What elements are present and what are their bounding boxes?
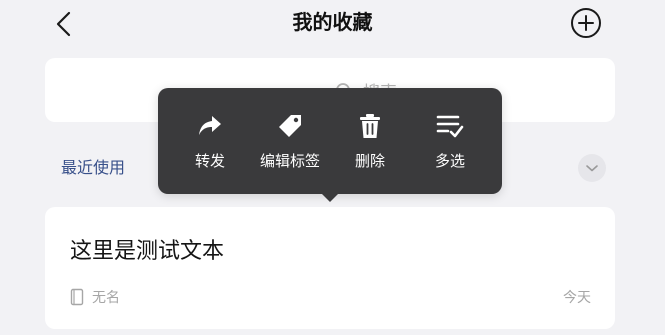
favorite-item-card[interactable]: 这里是测试文本 无名 今天 — [45, 207, 615, 329]
item-date: 今天 — [563, 290, 591, 306]
collapse-button[interactable] — [578, 154, 606, 182]
chevron-down-icon — [586, 165, 598, 172]
menu-item-forward[interactable]: 转发 — [180, 112, 240, 171]
context-menu-arrow — [321, 193, 339, 202]
plus-circle-icon — [571, 8, 601, 38]
page-title: 我的收藏 — [292, 10, 373, 34]
multi-select-icon — [436, 115, 464, 137]
menu-label-multi-select: 多选 — [434, 151, 465, 170]
item-text: 这里是测试文本 — [70, 239, 225, 264]
menu-item-multi-select[interactable]: 多选 — [420, 112, 480, 171]
menu-item-delete[interactable]: 删除 — [340, 112, 400, 171]
menu-label-delete: 删除 — [354, 151, 385, 170]
tag-icon — [278, 114, 301, 137]
context-menu: 转发 编辑标签 删除 多选 — [158, 88, 502, 194]
add-button[interactable] — [568, 5, 604, 41]
document-icon — [70, 288, 84, 306]
menu-item-edit-tags[interactable]: 编辑标签 — [260, 112, 320, 171]
menu-label-forward: 转发 — [194, 151, 225, 170]
item-source: 无名 — [92, 290, 120, 306]
trash-icon — [359, 113, 380, 138]
forward-icon — [198, 115, 221, 135]
recent-section-label: 最近使用 — [61, 158, 126, 177]
item-meta: 无名 — [70, 287, 120, 307]
menu-label-edit-tags: 编辑标签 — [259, 151, 320, 170]
